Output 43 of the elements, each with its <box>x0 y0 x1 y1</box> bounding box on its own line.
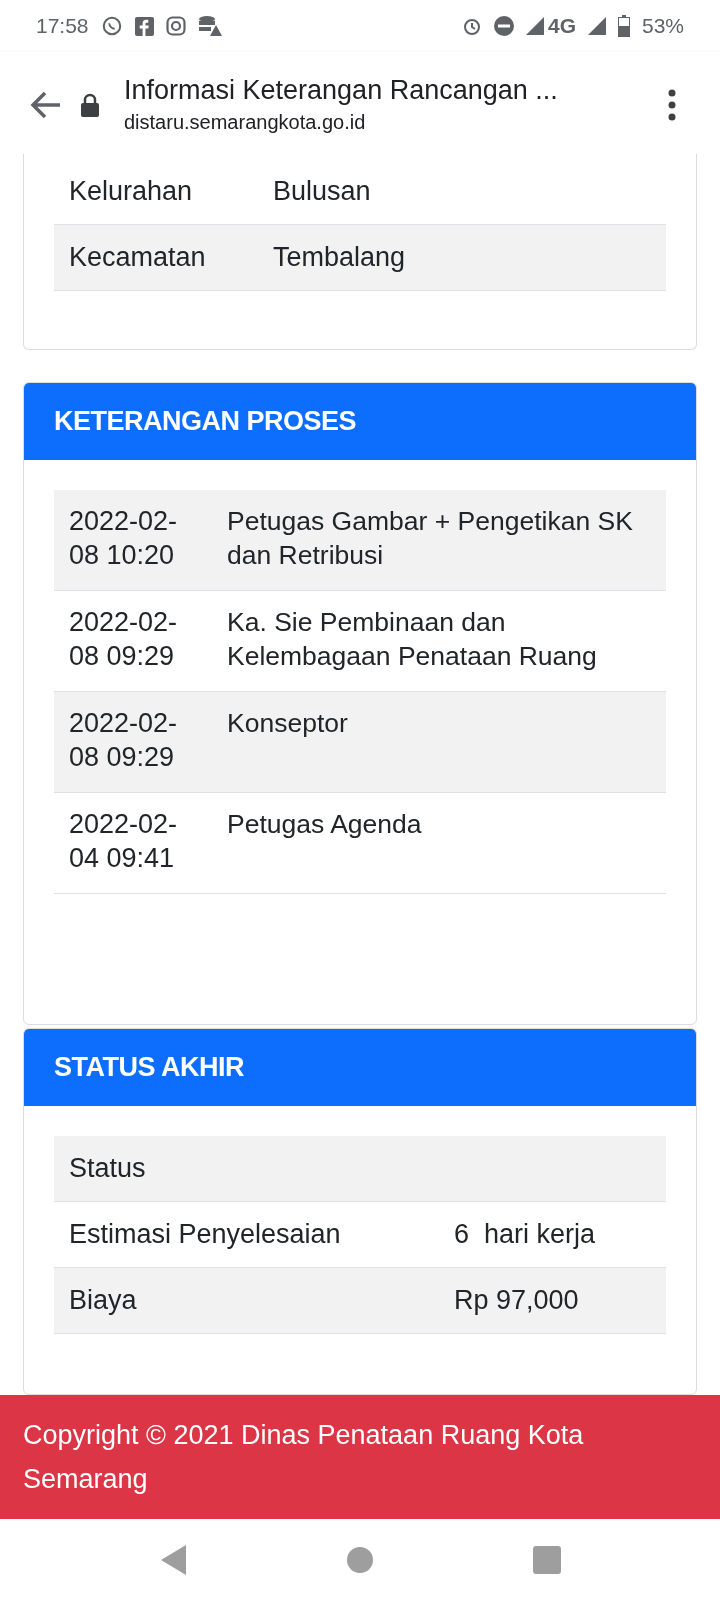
table-cell-text: Kecamatan <box>69 241 207 275</box>
page-url: distaru.semarangkota.go.id <box>124 109 367 135</box>
table-cell-text: 2022-02-08 09:29 <box>69 707 179 774</box>
do-not-disturb-icon <box>493 16 514 36</box>
back-arrow-icon <box>30 90 62 119</box>
table-cell-text: Estimasi Penyelesaian <box>69 1218 342 1252</box>
copyright-text: Copyright © 2021 Dinas Penataan Ruang Kota Semarang <box>23 1420 584 1494</box>
signal-icon <box>525 17 544 35</box>
database-warning-icon <box>197 15 222 37</box>
table-cell-text: Bulusan <box>273 175 371 209</box>
alarm-icon <box>461 16 482 36</box>
network-type: 4G <box>547 13 576 40</box>
table-cell-text: 2022-02-08 09:29 <box>69 606 179 673</box>
card-title: KETERANGAN PROSES <box>54 405 357 439</box>
table-cell-text: Biaya <box>69 1284 138 1318</box>
back-triangle-icon <box>159 1543 188 1576</box>
home-circle-icon <box>346 1545 374 1574</box>
table-cell-text: Tembalang <box>273 241 406 275</box>
nav-back-button[interactable] <box>159 1543 188 1576</box>
card-title: STATUS AKHIR <box>54 1051 244 1085</box>
recents-square-icon <box>532 1545 561 1574</box>
table-cell-text: Rp 97,000 <box>454 1284 579 1318</box>
signal-icon <box>587 17 606 35</box>
table-cell-text: 2022-02-04 09:41 <box>69 808 179 875</box>
home-button[interactable] <box>346 1545 374 1574</box>
table-cell-text: Status <box>69 1152 147 1186</box>
page-title: Informasi Keterangan Rancangan ... <box>124 73 559 107</box>
table-cell-text: Konseptor <box>227 707 349 740</box>
facebook-icon <box>134 16 154 36</box>
table-cell-text: 2022-02-08 10:20 <box>69 505 179 572</box>
table-cell-text: 6 hari kerja <box>454 1218 596 1252</box>
camera-icon <box>165 16 186 36</box>
chat-icon <box>100 15 123 37</box>
lock-icon <box>80 92 100 117</box>
battery-icon <box>617 15 630 37</box>
recents-button[interactable] <box>532 1545 561 1574</box>
battery-percentage: 53% <box>641 13 684 40</box>
table-cell-text: Ka. Sie Pembinaan dan Kelembagaan Penataan Ruang <box>227 606 598 673</box>
table-cell-text: Kelurahan <box>69 175 194 209</box>
status-time: 17:58 <box>36 13 89 40</box>
table-cell-text: Petugas Agenda <box>227 808 423 841</box>
table-cell-text: Petugas Gambar + Pengetikan SK dan Retribusi <box>227 505 634 572</box>
more-options-icon <box>668 88 676 121</box>
